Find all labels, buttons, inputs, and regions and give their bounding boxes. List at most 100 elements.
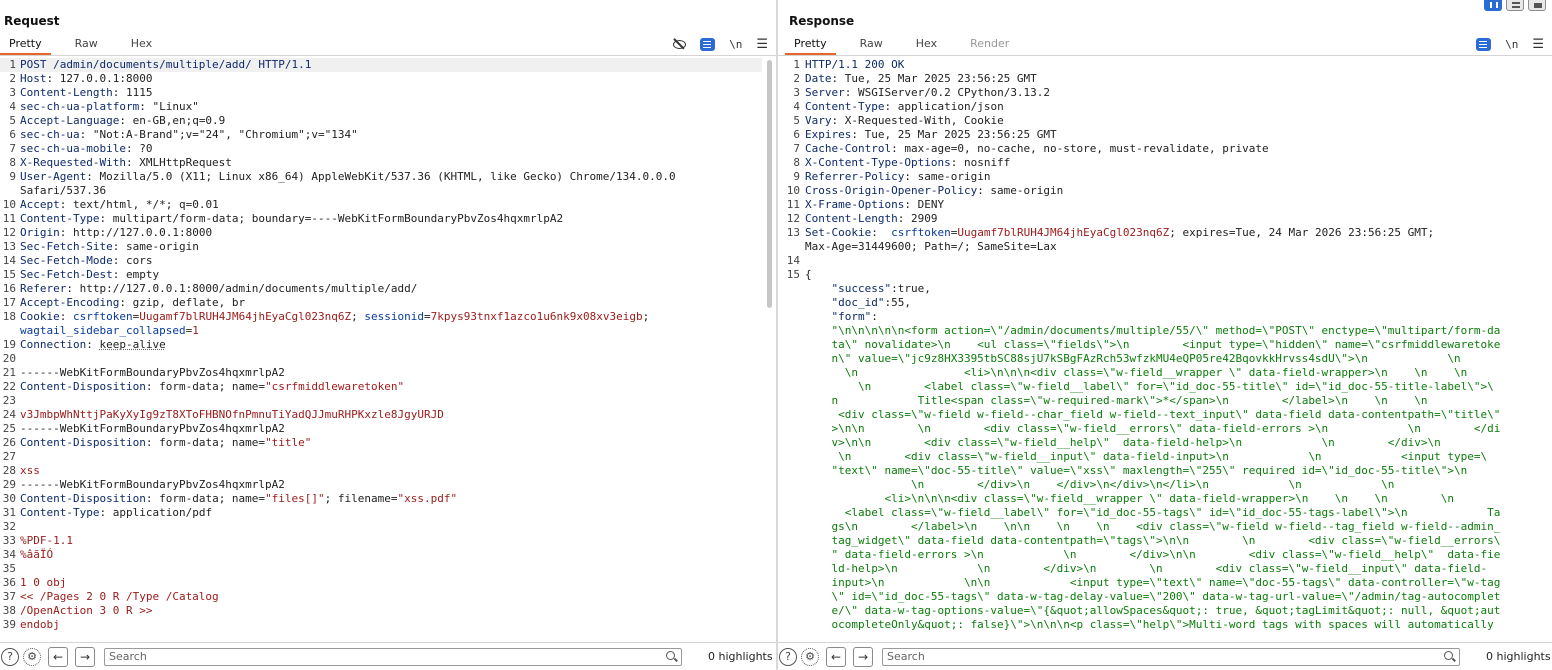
line-text: X-Frame-Options: DENY [805, 198, 944, 212]
line-text: Server: WSGIServer/0.2 CPython/3.13.2 [805, 86, 1050, 100]
line-number: 24 [2, 408, 16, 421]
request-tab-pretty[interactable]: Pretty [0, 34, 51, 55]
token: Content-Length [805, 212, 898, 225]
back-arrow-icon[interactable]: ← [826, 646, 846, 667]
line-number [778, 464, 805, 478]
line-text: Host: 127.0.0.1:8000 [20, 72, 152, 86]
newline-toggle[interactable]: \n [1505, 38, 1518, 51]
newline-toggle[interactable]: \n [729, 38, 742, 51]
line-text: sec-ch-ua-mobile: ?0 [20, 142, 152, 156]
response-line: n Title<span class=\"w-required-mark\">*… [778, 394, 1538, 408]
response-search-input[interactable] [883, 648, 1459, 665]
line-number [778, 450, 805, 464]
line-number: 9 [793, 170, 800, 183]
line-number: 17 [2, 296, 16, 309]
word-wrap-icon[interactable] [1476, 37, 1492, 51]
line-text: X-Requested-With: XMLHttpRequest [20, 156, 232, 170]
line-number: 8 [793, 156, 800, 169]
request-line: 34 %âãÏÓ [0, 548, 762, 562]
request-tab-hex[interactable]: Hex [122, 34, 161, 55]
token: : multipart/form-data; boundary=----WebK… [99, 212, 564, 225]
line-text: << /Pages 2 0 R /Type /Catalog [20, 590, 219, 604]
token: : en-GB,en;q=0.9 [119, 114, 226, 127]
response-editor[interactable]: 1 HTTP/1.1 200 OK 2 Date: Tue, 25 Mar 2025 … [778, 56, 1552, 642]
line-text: <label class=\"w-field__label\" for=\"id… [805, 506, 1501, 520]
request-editor[interactable]: 1 POST /admin/documents/multiple/add/ HTT… [0, 56, 776, 642]
hide-nonprintable-icon[interactable] [672, 38, 687, 50]
response-line: \" id=\"id_doc-55-tags\" data-w-tag-dela… [778, 590, 1538, 604]
line-text: { [805, 268, 812, 282]
token: 1 [192, 324, 199, 337]
response-line: "form": [778, 310, 1538, 324]
token: : "Not:A-Brand";v="24", "Chromium";v="13… [79, 128, 358, 141]
line-number: 13 [786, 226, 800, 239]
response-tab-pretty[interactable]: Pretty [785, 34, 836, 55]
word-wrap-icon[interactable] [700, 37, 716, 51]
response-line: 9 Referrer-Policy: same-origin [778, 170, 1538, 184]
line-number: 11 [786, 198, 800, 211]
line-number: 20 [2, 352, 16, 365]
request-line: 14 Sec-Fetch-Mode: cors [0, 254, 762, 268]
token: : "Linux" [139, 100, 199, 113]
token: : form-data; name= [145, 380, 266, 393]
line-text: Expires: Tue, 25 Mar 2025 23:56:25 GMT [805, 128, 1057, 142]
token: \n <li>\n\n\n<div class=\"w-field__wrapp… [805, 366, 1468, 379]
line-number: 2 [9, 72, 16, 85]
settings-gear-icon[interactable]: ⚙ [23, 647, 41, 666]
help-icon[interactable]: ? [1, 647, 19, 666]
response-line: "\n\n\n\n\n<form action=\"/admin/documen… [778, 324, 1538, 338]
token: User-Agent [20, 170, 87, 183]
token: : http://127.0.0.1:8000 [59, 226, 213, 239]
line-text: Content-Length: 2909 [805, 212, 937, 226]
layout-side-by-side-icon[interactable] [1484, 0, 1502, 11]
response-tab-raw[interactable]: Raw [851, 34, 892, 55]
layout-tabs-icon[interactable] [1528, 0, 1546, 11]
line-number: 8 [9, 156, 16, 169]
token: Uugamf7blRUH4JM64jhEyaCgl023nq6Z [139, 310, 352, 323]
forward-arrow-icon[interactable]: → [75, 646, 95, 667]
token: <label class=\"w-field__label\" for=\"id… [805, 506, 1501, 519]
response-line: \n </div>\n </div>\n</div>\n</li>\n \n \… [778, 478, 1538, 492]
layout-top-bottom-icon[interactable] [1506, 0, 1524, 11]
response-line: 4 Content-Type: application/json [778, 100, 1538, 114]
line-text: Sec-Fetch-Dest: empty [20, 268, 159, 282]
line-number [778, 590, 805, 604]
request-scrollbar[interactable] [767, 60, 772, 308]
token: :55, [884, 296, 911, 309]
settings-gear-icon[interactable]: ⚙ [801, 647, 819, 666]
line-number [0, 324, 20, 338]
token: : XMLHttpRequest [125, 156, 232, 169]
line-number [778, 380, 805, 394]
request-line: 30 Content-Disposition: form-data; name="… [0, 492, 762, 506]
response-search-field[interactable] [882, 647, 1460, 666]
request-line: 28 xss [0, 464, 762, 478]
token: : DENY [904, 198, 945, 211]
response-menu-icon[interactable]: ☰ [1532, 37, 1544, 52]
response-tab-hex[interactable]: Hex [907, 34, 946, 55]
request-line: 1 POST /admin/documents/multiple/add/ HTT… [0, 58, 762, 72]
help-icon[interactable]: ? [779, 647, 797, 666]
response-line: 1 HTTP/1.1 200 OK [778, 58, 1538, 72]
request-search-field[interactable] [104, 647, 682, 666]
line-text: xss [20, 464, 40, 478]
line-number [778, 520, 805, 534]
line-text: Cross-Origin-Opener-Policy: same-origin [805, 184, 1063, 198]
response-line: 7 Cache-Control: max-age=0, no-cache, no-… [778, 142, 1538, 156]
response-statusbar: ? ⚙ ← → 0 highlights [778, 642, 1552, 670]
request-pane: Request Pretty Raw Hex \n ☰ 1 POST /admin… [0, 0, 776, 670]
token: Content-Type [20, 212, 100, 225]
back-arrow-icon[interactable]: ← [48, 646, 68, 667]
request-menu-icon[interactable]: ☰ [756, 37, 768, 52]
line-text: e/\" data-w-tag-options-value=\"{&quot;a… [805, 604, 1500, 618]
line-number [778, 352, 805, 366]
line-text: Sec-Fetch-Mode: cors [20, 254, 152, 268]
line-text: 1 0 obj [20, 576, 66, 590]
line-text: ------WebKitFormBoundaryPbvZos4hqxmrlpA2 [20, 478, 285, 492]
line-number: 7 [9, 142, 16, 155]
request-tab-raw[interactable]: Raw [66, 34, 107, 55]
response-tab-render[interactable]: Render [961, 34, 1018, 55]
forward-arrow-icon[interactable]: → [853, 646, 873, 667]
request-search-input[interactable] [105, 648, 681, 665]
